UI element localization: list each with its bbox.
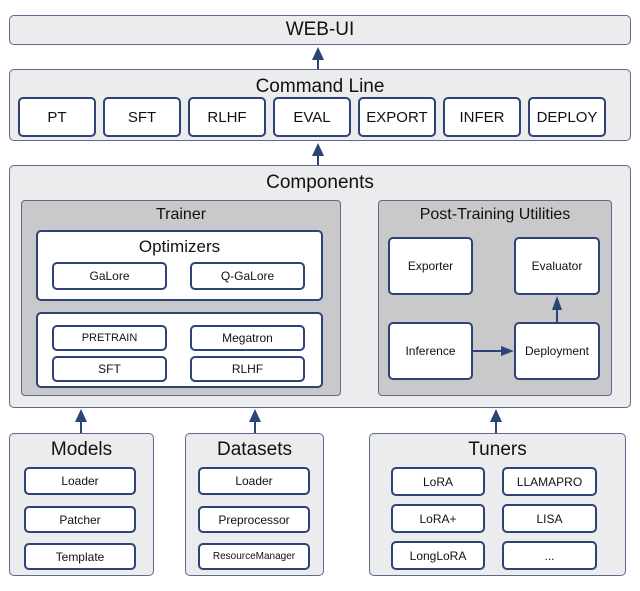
arrow-inference-to-deployment xyxy=(473,346,514,356)
arrow-deployment-to-evaluator xyxy=(552,296,562,322)
arrow-models-to-components xyxy=(75,409,87,433)
arrows-layer xyxy=(75,47,562,433)
arrow-tuners-to-components xyxy=(490,409,502,433)
arrow-components-to-command xyxy=(312,143,324,165)
arrow-datasets-to-components xyxy=(249,409,261,433)
arrow-command-to-webui xyxy=(312,47,324,69)
